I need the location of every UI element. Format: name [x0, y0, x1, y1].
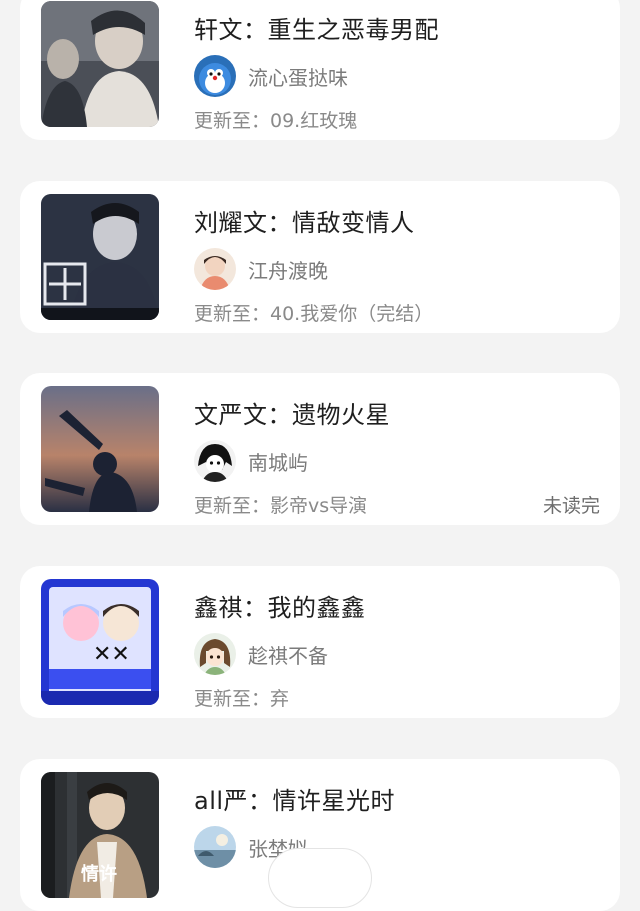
author-name[interactable]: 南城屿 [248, 447, 308, 476]
landscape-avatar-icon [194, 826, 236, 868]
author-name[interactable]: 流心蛋挞味 [248, 62, 348, 91]
book-title[interactable]: 文严文：遗物火星 [194, 395, 390, 430]
book-card[interactable]: 轩文：重生之恶毒男配 流心蛋挞味 更新至：09.红玫瑰 [20, 0, 620, 140]
person-avatar-icon [194, 248, 236, 290]
book-card[interactable]: 文严文：遗物火星 南城屿 更新至：影帝vs导演 未读完 [20, 373, 620, 525]
cartoon-cat-avatar-icon [194, 55, 236, 97]
book-title[interactable]: 刘耀文：情敌变情人 [194, 203, 415, 238]
author-row[interactable]: 流心蛋挞味 [194, 55, 348, 97]
author-row[interactable]: 南城屿 [194, 440, 308, 482]
book-card[interactable]: ✕✕ 鑫祺：我的鑫鑫 趁祺不备 更新至：弃 [20, 566, 620, 718]
author-row[interactable]: 趁祺不备 [194, 633, 328, 675]
author-name[interactable]: 江舟渡晚 [248, 255, 328, 284]
read-status-label: 未读完 [542, 495, 600, 517]
update-info: 更新至：09.红玫瑰 [194, 110, 358, 132]
book-title[interactable]: 鑫祺：我的鑫鑫 [194, 588, 366, 623]
book-card[interactable]: 刘耀文：情敌变情人 江舟渡晚 更新至：40.我爱你（完结） [20, 181, 620, 333]
book-cover[interactable] [41, 194, 159, 320]
book-cover[interactable]: ✕✕ [41, 579, 159, 705]
update-info: 更新至：弃 [194, 688, 290, 710]
book-title[interactable]: 轩文：重生之恶毒男配 [194, 10, 439, 45]
update-info: 更新至：40.我爱你（完结） [194, 303, 434, 325]
update-info: 更新至：影帝vs导演 [194, 495, 368, 517]
svg-text:✕✕: ✕✕ [93, 642, 130, 667]
author-row[interactable]: 江舟渡晚 [194, 248, 328, 290]
anime-girl-avatar-icon [194, 633, 236, 675]
book-list: 轩文：重生之恶毒男配 流心蛋挞味 更新至：09.红玫瑰 刘耀文：情敌变情人 江舟… [0, 0, 640, 911]
book-cover[interactable]: 情许 [41, 772, 159, 898]
floating-action-button[interactable] [268, 848, 372, 908]
author-name[interactable]: 趁祺不备 [248, 640, 328, 669]
book-cover[interactable] [41, 386, 159, 512]
book-title[interactable]: all严：情许星光时 [194, 781, 395, 816]
book-cover[interactable] [41, 1, 159, 127]
svg-text:情许: 情许 [81, 863, 117, 885]
anime-avatar-icon [194, 440, 236, 482]
